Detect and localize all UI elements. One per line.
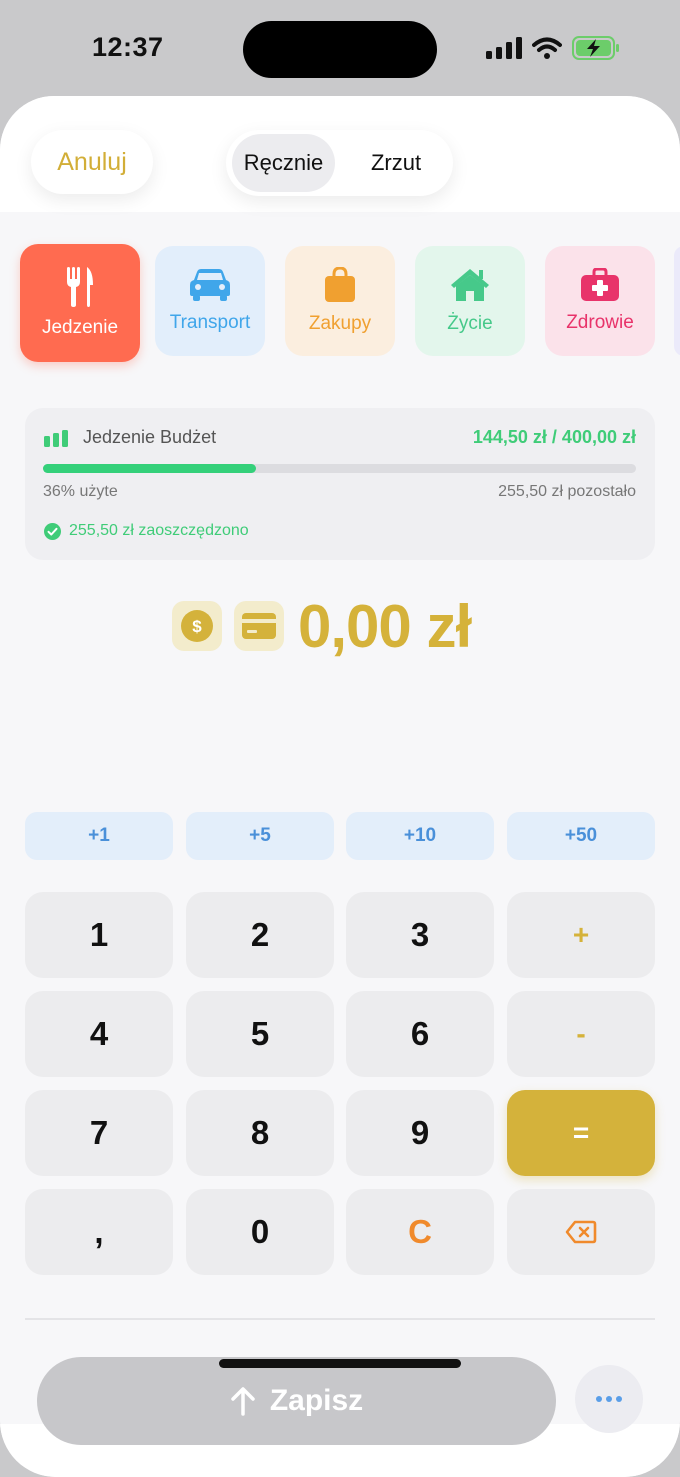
amount-row: $ 0,00 zł [172,592,472,660]
category-label: Zdrowie [566,312,634,333]
category-transport[interactable]: Transport [155,246,265,356]
key-0[interactable]: 0 [186,1189,334,1275]
car-icon [190,269,230,301]
budget-progress-bar [43,464,636,473]
mode-manual-tab[interactable]: Ręcznie [232,134,335,192]
wifi-icon [532,37,562,59]
key-7[interactable]: 7 [25,1090,173,1176]
save-button[interactable]: Zapisz [37,1357,556,1445]
category-zdrowie[interactable]: Zdrowie [545,246,655,356]
budget-saved-row: 255,50 zł zaoszczędzono [44,522,249,540]
budget-used-text: 36% użyte [43,483,118,500]
key-4[interactable]: 4 [25,991,173,1077]
save-button-label: Zapisz [269,1384,364,1417]
amount-display: 0,00 zł [298,592,472,660]
medical-kit-icon [581,268,619,301]
svg-text:$: $ [192,617,202,636]
status-icons [486,36,620,60]
quick-add-50-button[interactable]: +50 [507,812,655,860]
divider [25,1318,655,1320]
key-5[interactable]: 5 [186,991,334,1077]
category-jedzenie[interactable]: Jedzenie [20,244,140,362]
quick-add-5-button[interactable]: +5 [186,812,334,860]
key-3[interactable]: 3 [346,892,494,978]
fork-knife-icon [67,267,93,307]
quick-add-1-button[interactable]: +1 [25,812,173,860]
budget-remaining-text: 255,50 zł pozostało [498,483,636,500]
category-zycie[interactable]: Życie [415,246,525,356]
quick-add-10-button[interactable]: +10 [346,812,494,860]
key-decimal-comma[interactable]: , [25,1189,173,1275]
bar-chart-icon [44,430,68,447]
cash-payment-button[interactable]: $ [172,601,222,651]
shopping-bag-icon [325,267,355,302]
add-expense-sheet: Anuluj Ręcznie Zrzut Jedzenie Transport … [0,96,680,1477]
mode-screenshot-tab[interactable]: Zrzut [342,134,450,192]
check-circle-icon [44,522,61,540]
category-selector: Jedzenie Transport Zakupy Życie Zdrowie [0,244,680,364]
key-plus[interactable]: + [507,892,655,978]
key-8[interactable]: 8 [186,1090,334,1176]
ellipsis-dot [616,1396,622,1402]
battery-charging-icon [572,36,619,60]
home-indicator[interactable] [219,1359,461,1368]
ellipsis-dot [606,1396,612,1402]
category-zakupy[interactable]: Zakupy [285,246,395,356]
status-time: 12:37 [92,32,164,62]
cellular-signal-icon [486,37,522,59]
mode-segmented-control: Ręcznie Zrzut [226,130,453,196]
budget-card: Jedzenie Budżet 144,50 zł / 400,00 zł 36… [25,408,655,560]
category-label: Życie [447,313,493,334]
budget-title: Jedzenie Budżet [83,427,217,447]
more-options-button[interactable] [575,1365,643,1433]
key-equals[interactable]: = [507,1090,655,1176]
backspace-icon [565,1220,597,1244]
credit-card-icon [242,613,276,639]
budget-saved-text: 255,50 zł zaoszczędzono [69,522,249,539]
category-next-peek[interactable] [674,246,680,356]
cancel-button[interactable]: Anuluj [31,130,153,194]
arrow-up-icon [231,1387,255,1416]
key-9[interactable]: 9 [346,1090,494,1176]
key-minus[interactable]: - [507,991,655,1077]
budget-amount: 144,50 zł / 400,00 zł [472,427,636,447]
dynamic-island [243,21,437,78]
status-bar: 12:37 [0,0,680,96]
category-label: Transport [169,312,251,333]
key-clear[interactable]: C [346,1189,494,1275]
category-label: Zakupy [308,313,372,334]
key-backspace[interactable] [507,1189,655,1275]
category-label: Jedzenie [41,317,119,338]
card-payment-button[interactable] [234,601,284,651]
house-icon [451,269,489,301]
key-2[interactable]: 2 [186,892,334,978]
key-6[interactable]: 6 [346,991,494,1077]
ellipsis-icon [596,1396,602,1402]
dollar-coin-icon: $ [181,610,213,642]
budget-progress-fill [43,464,257,473]
key-1[interactable]: 1 [25,892,173,978]
